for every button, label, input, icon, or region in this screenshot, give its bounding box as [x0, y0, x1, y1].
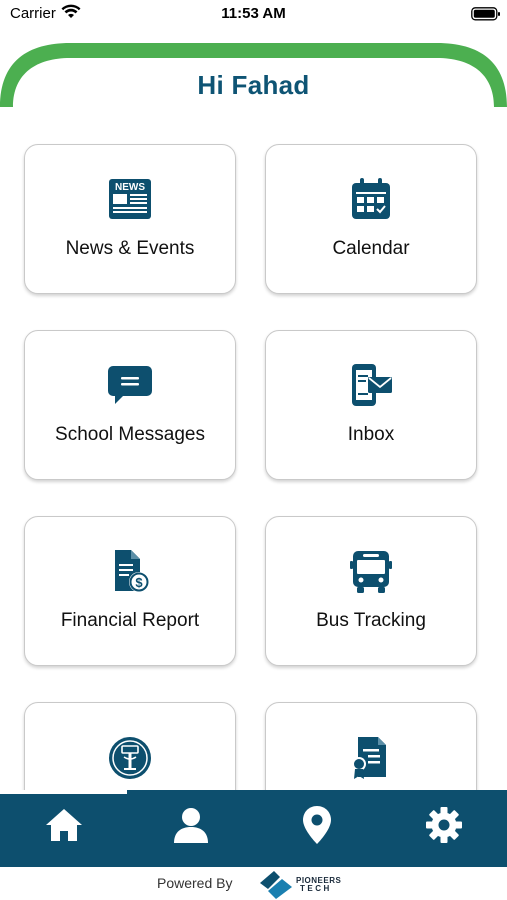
tile-school[interactable]: [24, 702, 236, 790]
tile-calendar[interactable]: Calendar: [265, 144, 477, 294]
nav-location[interactable]: [287, 804, 347, 850]
certificate-icon: [266, 735, 476, 779]
user-icon: [172, 806, 210, 849]
calendar-icon: [266, 177, 476, 221]
newspaper-icon-text: NEWS: [115, 182, 145, 193]
tile-label: Inbox: [347, 424, 395, 445]
bus-icon: [266, 549, 476, 593]
logo-text: PIONEERS TECH: [296, 877, 341, 893]
tile-inbox[interactable]: Inbox: [265, 330, 477, 480]
tile-label: Calendar: [332, 238, 410, 259]
tile-certificate[interactable]: [265, 702, 477, 790]
pioneers-tech-logo: [258, 869, 294, 900]
powered-by-label: Powered By: [157, 875, 233, 891]
chat-bubble-icon: [25, 363, 235, 407]
school-emblem-icon: [25, 735, 235, 779]
active-tab-indicator: [0, 790, 127, 794]
tile-financial-report[interactable]: $ Financial Report: [24, 516, 236, 666]
invoice-dollar-icon: $: [25, 549, 235, 593]
mobile-mail-icon: [266, 363, 476, 407]
logo-line2: TECH: [300, 884, 332, 893]
nav-settings[interactable]: [414, 804, 474, 850]
location-pin-icon: [302, 805, 332, 850]
tile-label: News & Events: [65, 238, 195, 259]
tile-school-messages[interactable]: School Messages: [24, 330, 236, 480]
tile-news-events[interactable]: NEWS News & Events: [24, 144, 236, 294]
home-icon: [44, 807, 84, 848]
menu-grid: NEWS News & Events Calendar School Messa…: [0, 0, 507, 790]
newspaper-icon: NEWS: [25, 177, 235, 221]
svg-text:$: $: [135, 575, 143, 590]
footer: Powered By PIONEERS TECH: [0, 867, 507, 900]
nav-profile[interactable]: [161, 804, 221, 850]
tile-label: School Messages: [55, 424, 205, 445]
tile-label: Bus Tracking: [316, 610, 426, 631]
bottom-nav: [0, 790, 507, 867]
gear-icon: [425, 806, 463, 849]
nav-home[interactable]: [34, 804, 94, 850]
tile-label: Financial Report: [60, 610, 200, 631]
tile-bus-tracking[interactable]: Bus Tracking: [265, 516, 477, 666]
